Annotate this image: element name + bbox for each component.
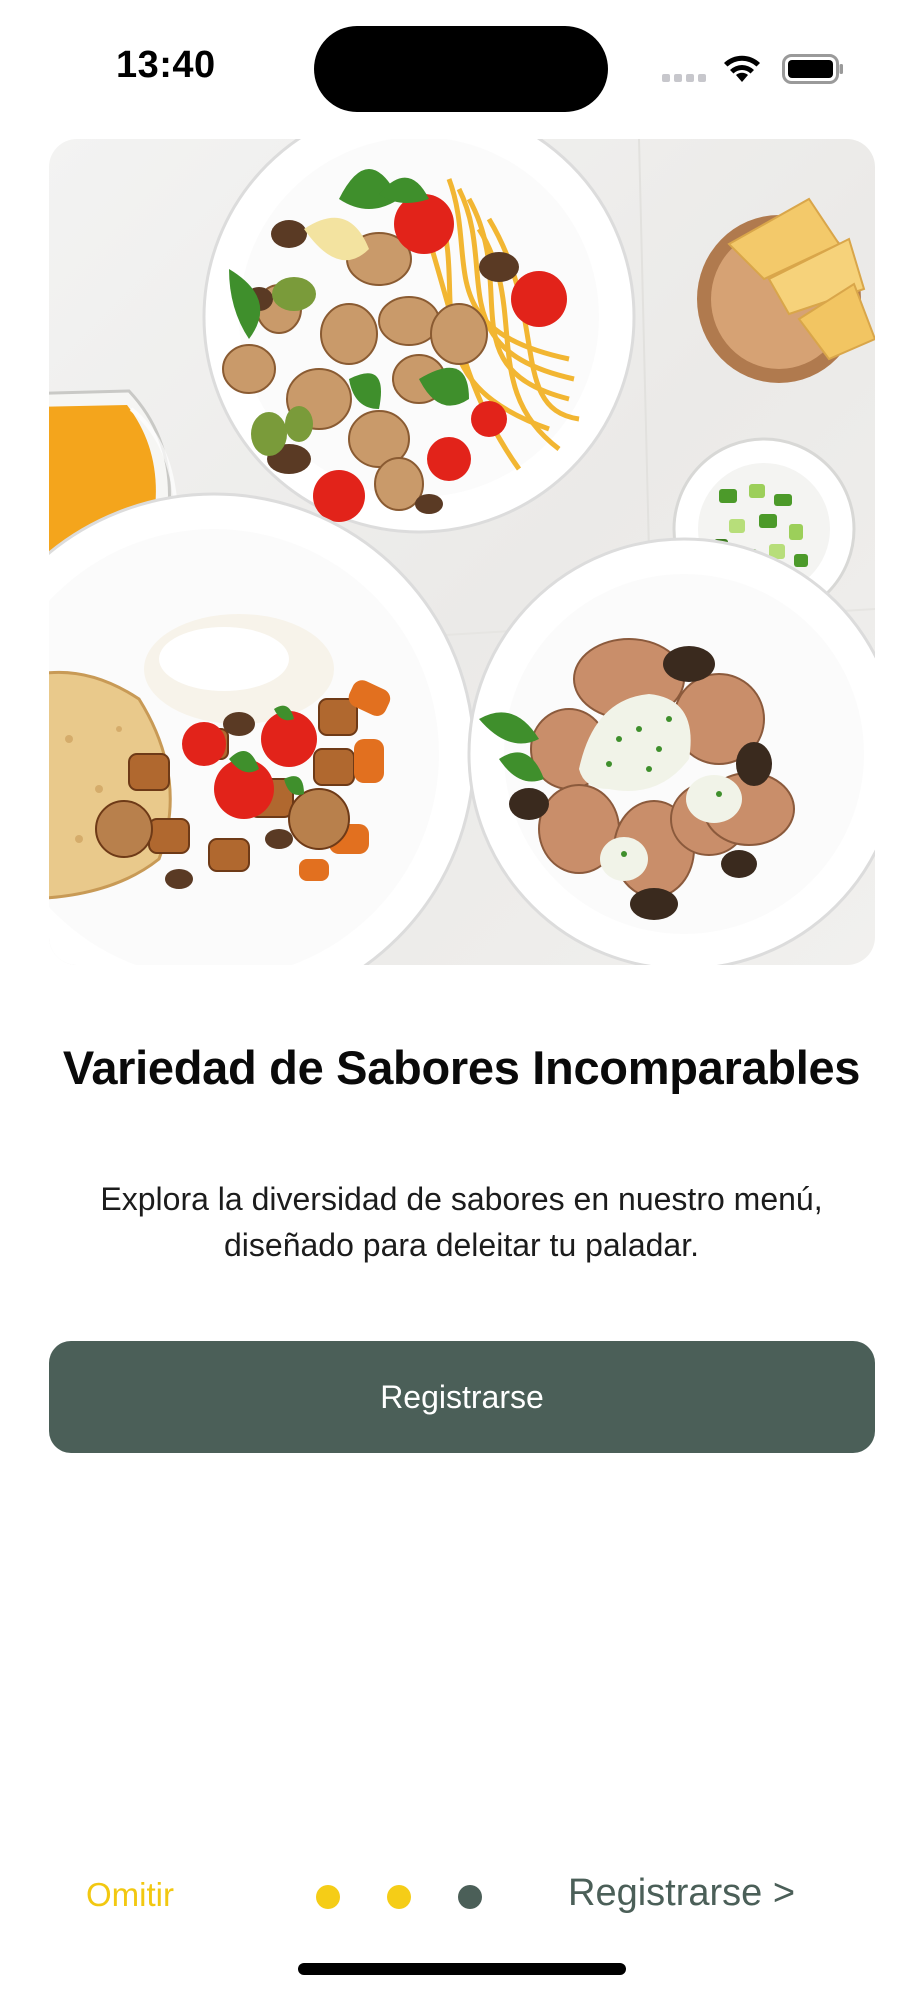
next-register-link[interactable]: Registrarse >	[568, 1872, 795, 1915]
description-line-1: Explora la diversidad de sabores en nues…	[100, 1181, 823, 1217]
food-illustration	[49, 139, 875, 965]
dynamic-island	[314, 26, 608, 112]
food-photo	[49, 139, 875, 965]
onboarding-title: Variedad de Sabores Incomparables	[62, 1041, 861, 1094]
page-indicator	[316, 1885, 486, 1909]
roasted-vegetables-plate	[49, 492, 476, 965]
battery-icon	[782, 54, 843, 84]
page-dot-3[interactable]	[458, 1885, 482, 1909]
status-time: 13:40	[116, 44, 216, 86]
description-line-2: diseñado para deleitar tu paladar.	[223, 1227, 699, 1263]
onboarding-screen: 13:40 Variedad de Sabores Incomparables …	[0, 0, 923, 1999]
page-dot-1[interactable]	[316, 1885, 340, 1909]
pasta-plate	[202, 139, 636, 534]
register-button[interactable]: Registrarse	[49, 1341, 875, 1453]
page-dot-2[interactable]	[387, 1885, 411, 1909]
cellular-signal-icon	[662, 74, 708, 82]
wifi-icon	[724, 55, 760, 82]
skip-button[interactable]: Omitir	[86, 1876, 174, 1914]
cheese-board	[697, 197, 875, 383]
home-indicator[interactable]	[298, 1963, 626, 1975]
onboarding-description: Explora la diversidad de sabores en nues…	[40, 1176, 883, 1268]
chicken-plate	[467, 537, 875, 965]
